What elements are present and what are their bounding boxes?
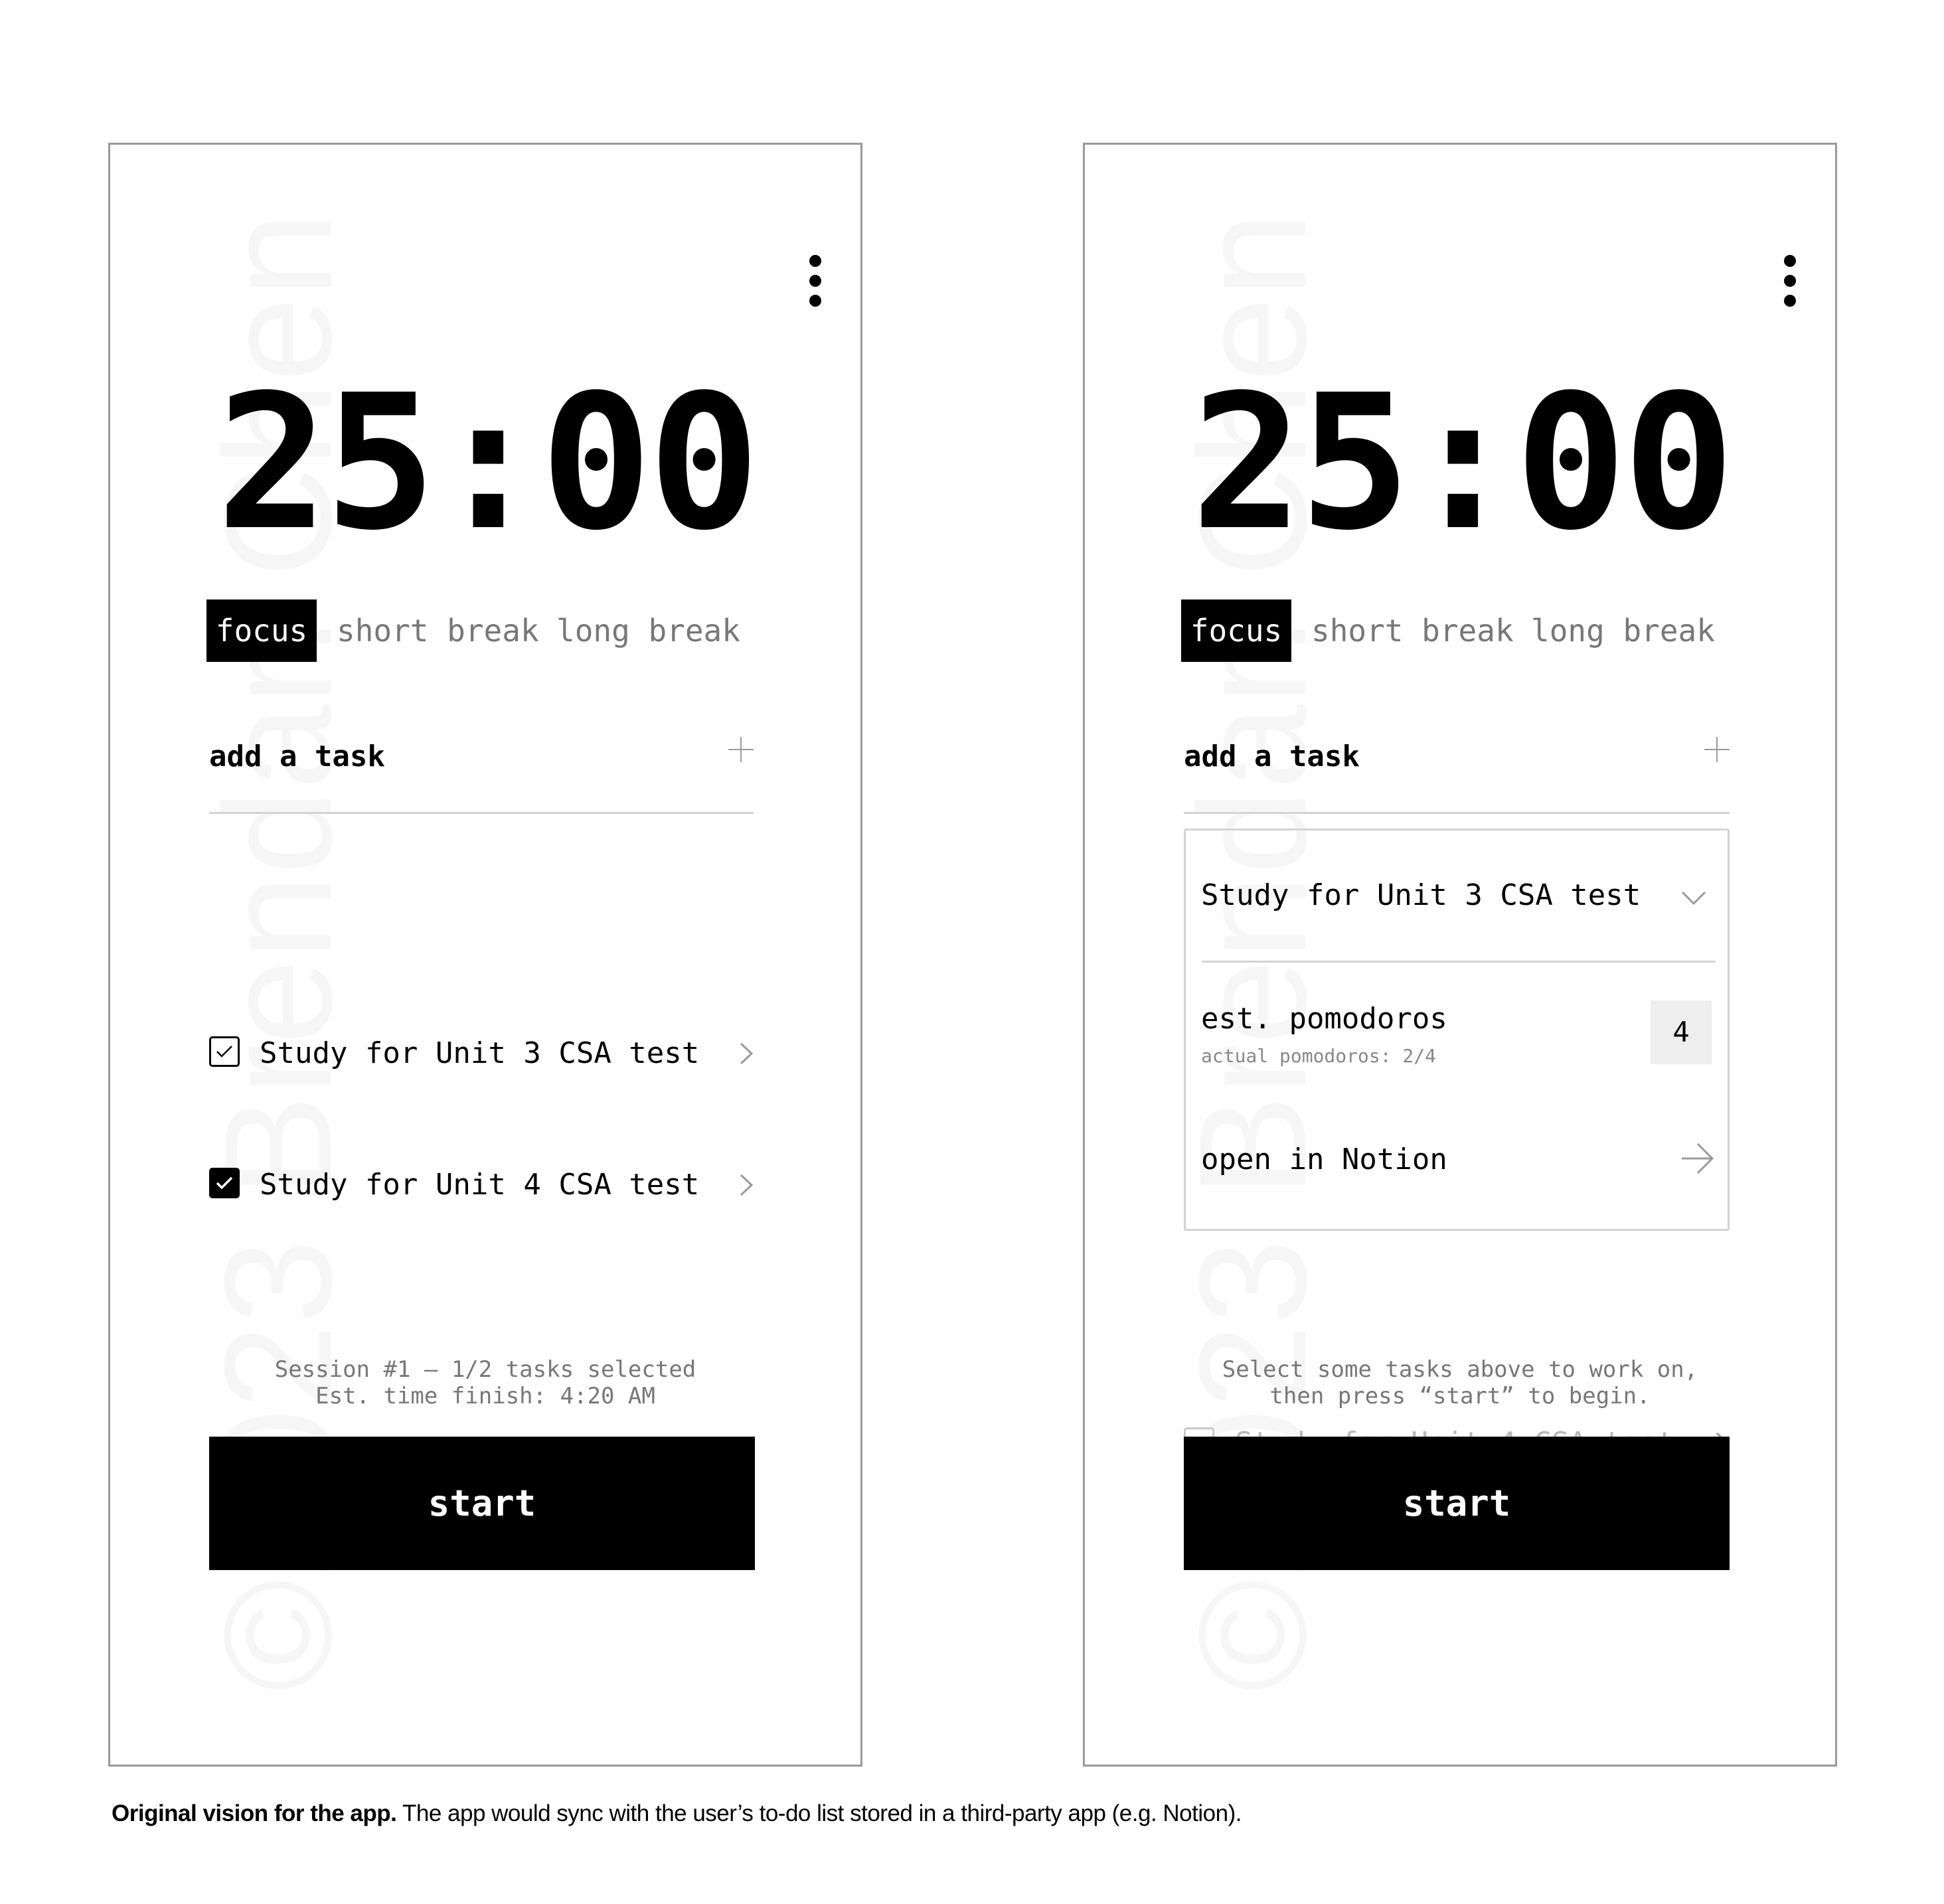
hint-line: then press “start” to begin. xyxy=(1269,1383,1651,1409)
timer-display: 25:00 xyxy=(1191,355,1735,572)
task-checkbox[interactable] xyxy=(209,1168,240,1198)
estimated-finish: Est. time finish: 4:20 AM xyxy=(315,1383,655,1409)
divider xyxy=(209,812,754,814)
tab-long-break[interactable]: long break xyxy=(556,599,740,662)
timer-display: 25:00 xyxy=(216,355,760,572)
add-task-button[interactable]: add a task xyxy=(1184,729,1730,789)
phone-screen-right: ©2023 Brendan Chen 25:00 focus short bre… xyxy=(1083,143,1837,1767)
hint-text: Select some tasks above to work on, then… xyxy=(1085,1356,1835,1409)
expanded-task-card: Study for Unit 3 CSA test est. pomodoros… xyxy=(1184,829,1730,1231)
task-label: Study for Unit 3 CSA test xyxy=(260,1036,700,1070)
chevron-right-icon[interactable] xyxy=(739,1042,754,1066)
open-in-notion-link[interactable]: open in Notion xyxy=(1186,1116,1728,1189)
chevron-right-icon[interactable] xyxy=(739,1173,754,1197)
plus-icon[interactable] xyxy=(1704,737,1730,762)
caption-bold: Original vision for the app. xyxy=(112,1800,397,1826)
phone-screen-left: ©2023 Brendan Chen 25:00 focus short bre… xyxy=(108,143,862,1767)
task-item[interactable]: Study for Unit 4 CSA test xyxy=(209,1160,754,1206)
actual-pomodoros-label: actual pomodoros: 2/4 xyxy=(1201,1045,1437,1067)
task-card-header[interactable]: Study for Unit 3 CSA test xyxy=(1186,831,1728,961)
tab-short-break[interactable]: short break xyxy=(1311,599,1514,662)
divider xyxy=(1184,812,1730,814)
open-in-notion-label: open in Notion xyxy=(1201,1143,1447,1176)
more-options-icon[interactable] xyxy=(1778,249,1802,313)
session-summary: Session #1 — 1/2 tasks selected xyxy=(274,1356,696,1383)
est-pomodoros-label: est. pomodoros xyxy=(1201,1002,1447,1036)
session-info: Session #1 — 1/2 tasks selected Est. tim… xyxy=(110,1356,860,1409)
figure-caption: Original vision for the app. The app wou… xyxy=(112,1800,1242,1827)
task-checkbox[interactable] xyxy=(209,1036,240,1067)
task-title: Study for Unit 3 CSA test xyxy=(1201,878,1641,912)
task-item[interactable]: Study for Unit 3 CSA test xyxy=(209,1028,754,1075)
tab-focus[interactable]: focus xyxy=(1181,599,1291,662)
caption-text: The app would sync with the user’s to-do… xyxy=(396,1800,1242,1826)
add-task-label: add a task xyxy=(209,740,385,773)
start-button[interactable]: start xyxy=(1184,1437,1730,1570)
est-pomodoros-input[interactable]: 4 xyxy=(1651,1000,1712,1064)
add-task-label: add a task xyxy=(1184,740,1360,773)
start-button[interactable]: start xyxy=(209,1437,755,1570)
add-task-button[interactable]: add a task xyxy=(209,729,754,789)
arrow-right-icon xyxy=(1682,1143,1714,1174)
tab-long-break[interactable]: long break xyxy=(1531,599,1715,662)
hint-line: Select some tasks above to work on, xyxy=(1222,1356,1698,1383)
check-icon xyxy=(216,1176,233,1190)
chevron-down-icon[interactable] xyxy=(1680,890,1707,906)
check-icon xyxy=(216,1046,232,1058)
more-options-icon[interactable] xyxy=(803,249,827,313)
card-divider xyxy=(1202,961,1716,963)
plus-icon[interactable] xyxy=(728,737,754,762)
tab-short-break[interactable]: short break xyxy=(337,599,539,662)
tab-focus[interactable]: focus xyxy=(206,599,317,662)
task-label: Study for Unit 4 CSA test xyxy=(260,1168,700,1202)
